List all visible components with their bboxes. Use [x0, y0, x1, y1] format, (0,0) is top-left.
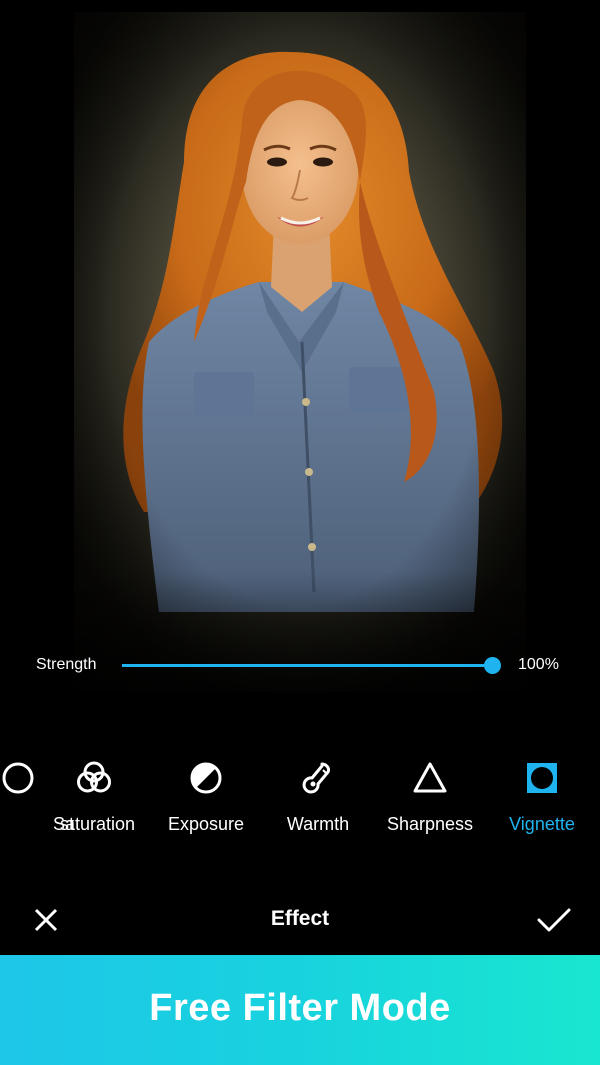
strength-slider[interactable]: Strength 100% [0, 650, 600, 682]
promo-banner: Free Filter Mode [0, 955, 600, 1065]
photo-preview [74, 12, 526, 692]
tool-label: Exposure [167, 814, 245, 834]
tool-label: Warmth [286, 814, 350, 834]
slider-thumb[interactable] [484, 657, 501, 674]
tool-saturation[interactable]: Saturation [38, 750, 150, 846]
tool-label: Vignette [509, 814, 575, 834]
promo-text: Free Filter Mode [149, 987, 451, 1029]
tool-sharpness[interactable]: Sharpness [374, 750, 486, 846]
saturation-icon [77, 761, 111, 793]
triangle-icon [413, 762, 447, 793]
editor-screen: Strength 100% st Saturation Exposure War… [0, 0, 600, 1065]
tool-exposure[interactable]: Exposure [150, 750, 262, 846]
screen-title: Effect [270, 907, 330, 930]
slider-track[interactable] [122, 657, 501, 674]
strength-label: Strength [36, 656, 97, 673]
tool-label: Sharpness [386, 814, 474, 834]
bottom-action-bar: Effect [0, 888, 600, 954]
thermometer-icon [302, 762, 330, 794]
slider-fill [122, 664, 492, 667]
tool-label: Saturation [52, 814, 136, 834]
strength-value: 100% [518, 656, 559, 673]
adjustment-tools: st Saturation Exposure Warmth Sharpness … [0, 750, 600, 850]
contrast-icon [2, 762, 34, 794]
tool-warmth[interactable]: Warmth [262, 750, 374, 846]
tool-vignette[interactable]: Vignette [486, 750, 598, 846]
checkmark-icon[interactable] [534, 902, 574, 938]
vignette-icon [527, 763, 557, 793]
exposure-icon [190, 762, 222, 794]
